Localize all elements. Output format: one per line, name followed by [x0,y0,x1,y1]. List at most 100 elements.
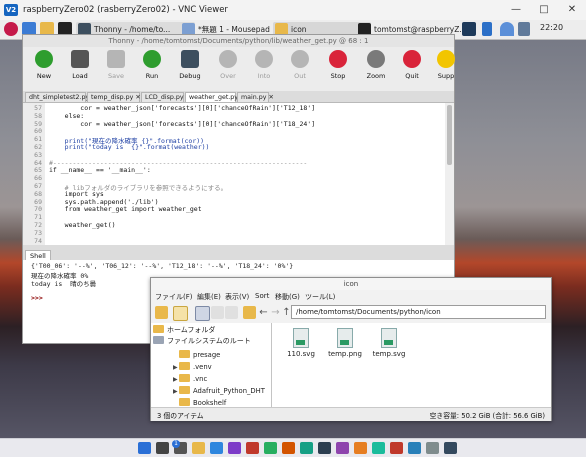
wifi-icon[interactable] [500,22,514,36]
app-icon[interactable] [372,442,385,454]
bluetooth-icon[interactable] [482,22,492,36]
place-label: ファイルシステムのルート [167,337,251,345]
app-icon[interactable] [426,442,439,454]
code-editor[interactable]: 57585960616263646566676869707172737475 c… [23,103,445,245]
raspberry-menu-icon[interactable] [4,22,18,36]
menu-item[interactable]: 編集(E) [197,292,221,302]
path-input[interactable]: /home/tomtomst/Documents/python/icon [291,305,546,319]
toolbar-button-out[interactable]: Out [287,50,313,80]
line-number: 73 [34,228,42,237]
toolbar-label: Over [220,72,236,80]
volume-icon[interactable] [518,22,530,36]
thonny-title: Thonny - /home/tomtomst/Documents/python… [23,35,454,47]
start-icon[interactable] [138,442,151,454]
browser-icon[interactable] [210,442,223,454]
new-folder-icon[interactable] [155,306,168,319]
app-icon[interactable] [246,442,259,454]
maximize-icon[interactable]: □ [530,0,558,20]
app-icon[interactable] [300,442,313,454]
tab-file[interactable]: weather_get.py ✕ [185,92,245,102]
vnc-window-title: raspberryZero02 (rasberryZero02) - VNC V… [23,5,228,15]
home-icon[interactable] [243,306,256,319]
line-number: 58 [34,111,42,120]
menu-item[interactable]: 移動(G) [275,292,300,302]
tab-file[interactable]: temp_disp.py ✕ [87,92,141,102]
line-number: 63 [34,150,42,159]
load-icon [71,50,89,68]
tree-label: .vnc [193,375,208,383]
file-item[interactable]: temp.svg [364,328,414,358]
app-icon[interactable] [390,442,403,454]
app-icon[interactable] [282,442,295,454]
code-line: cor = weather_json['forecasts'][0]['chan… [49,119,316,128]
toolbar-button-save[interactable]: Save [103,50,129,80]
line-number: 68 [34,189,42,198]
toolbar-button-quit[interactable]: Quit [399,50,425,80]
toolbar-button-stop[interactable]: Stop [325,50,351,80]
minimize-icon[interactable]: — [502,0,530,20]
tree-item-bookshelf[interactable]: Bookshelf [173,398,226,407]
search-icon[interactable] [156,442,169,454]
file-manager-window: icon ファイル(F) 編集(E) 表示(V) Sort 移動(G) ツール(L) ← … [150,277,552,421]
menu-item[interactable]: 表示(V) [225,292,249,302]
tab-file[interactable]: LCD_disp.py ✕ [141,92,191,102]
tab-file[interactable]: dht_simpletest2.py ✕ [25,92,97,102]
new-icon [35,50,53,68]
toolbar-button-over[interactable]: Over [215,50,241,80]
toolbar-button-into[interactable]: Into [251,50,277,80]
toolbar-button-load[interactable]: Load [67,50,93,80]
toolbar-button-debug[interactable]: Debug [177,50,203,80]
shell-output-line: {'T00_06': '--%', 'T06_12': '--%', 'T12_… [31,262,294,270]
explorer-icon[interactable] [192,442,205,454]
vnc-server-icon[interactable] [462,22,476,36]
toolbar-button-new[interactable]: New [31,50,57,80]
task-label: tomtomst@raspberryZ... [374,25,467,34]
toolbar-button-run[interactable]: Run [139,50,165,80]
compact-view-icon[interactable] [211,306,224,319]
tree-item-venv[interactable]: ▶ .venv [173,362,212,371]
stop-icon [329,50,347,68]
editor-tabs: dht_simpletest2.py ✕ temp_disp.py ✕ LCD_di… [23,91,454,103]
editor-scroll-thumb[interactable] [447,105,452,165]
line-number: 71 [34,213,42,222]
file-name: temp.png [328,350,362,358]
toolbar-label: Stop [330,72,346,80]
menu-item[interactable]: ツール(L) [305,292,335,302]
close-icon[interactable]: ✕ [558,0,586,20]
image-file-icon [293,328,309,348]
clock: 22:20 [540,23,564,32]
file-name: temp.svg [372,350,406,358]
tab-file[interactable]: main.py ✕ [237,92,274,102]
app-icon[interactable] [228,442,241,454]
app-icon[interactable] [408,442,421,454]
code-line: cor = weather_json['forecasts'][0]['chan… [49,104,316,112]
list-view-icon[interactable] [225,306,238,319]
place-home[interactable]: ホームフォルダ [153,325,215,335]
menu-item[interactable]: Sort [255,292,269,300]
task-label: *無題 1 - Mousepad [198,25,270,34]
file-item[interactable]: 110.svg [276,328,326,358]
tree-item-presage[interactable]: presage [173,350,220,359]
menu-item[interactable]: ファイル(F) [155,292,193,302]
thonny-toolbar: New Load Save Run Debug Over Into Out Stop Zoom Qu… [23,47,455,91]
app-icon[interactable] [444,442,457,454]
toolbar-button-supp[interactable]: Supp [433,50,459,80]
app-icon[interactable] [318,442,331,454]
over-icon [219,50,237,68]
shell-tab-bar: Shell [23,250,454,261]
line-number-gutter: 57585960616263646566676869707172737475 [23,103,45,245]
place-root[interactable]: ファイルシステムのルート [153,336,251,346]
file-item[interactable]: temp.png [320,328,370,358]
app-icon[interactable] [354,442,367,454]
new-tab-icon[interactable] [173,306,188,321]
app-icon[interactable] [264,442,277,454]
code-line: print("today is {}".format(weather)) [49,143,210,151]
line-number: 66 [34,174,42,183]
tree-item-adafruit[interactable]: ▶ Adafruit_Python_DHT [173,386,265,395]
icon-view-icon[interactable] [195,306,210,321]
tree-item-vnc[interactable]: ▶ .vnc [173,374,207,383]
supp-icon [437,50,455,68]
app-icon[interactable] [336,442,349,454]
toolbar-label: Load [72,72,88,80]
toolbar-button-zoom[interactable]: Zoom [363,50,389,80]
